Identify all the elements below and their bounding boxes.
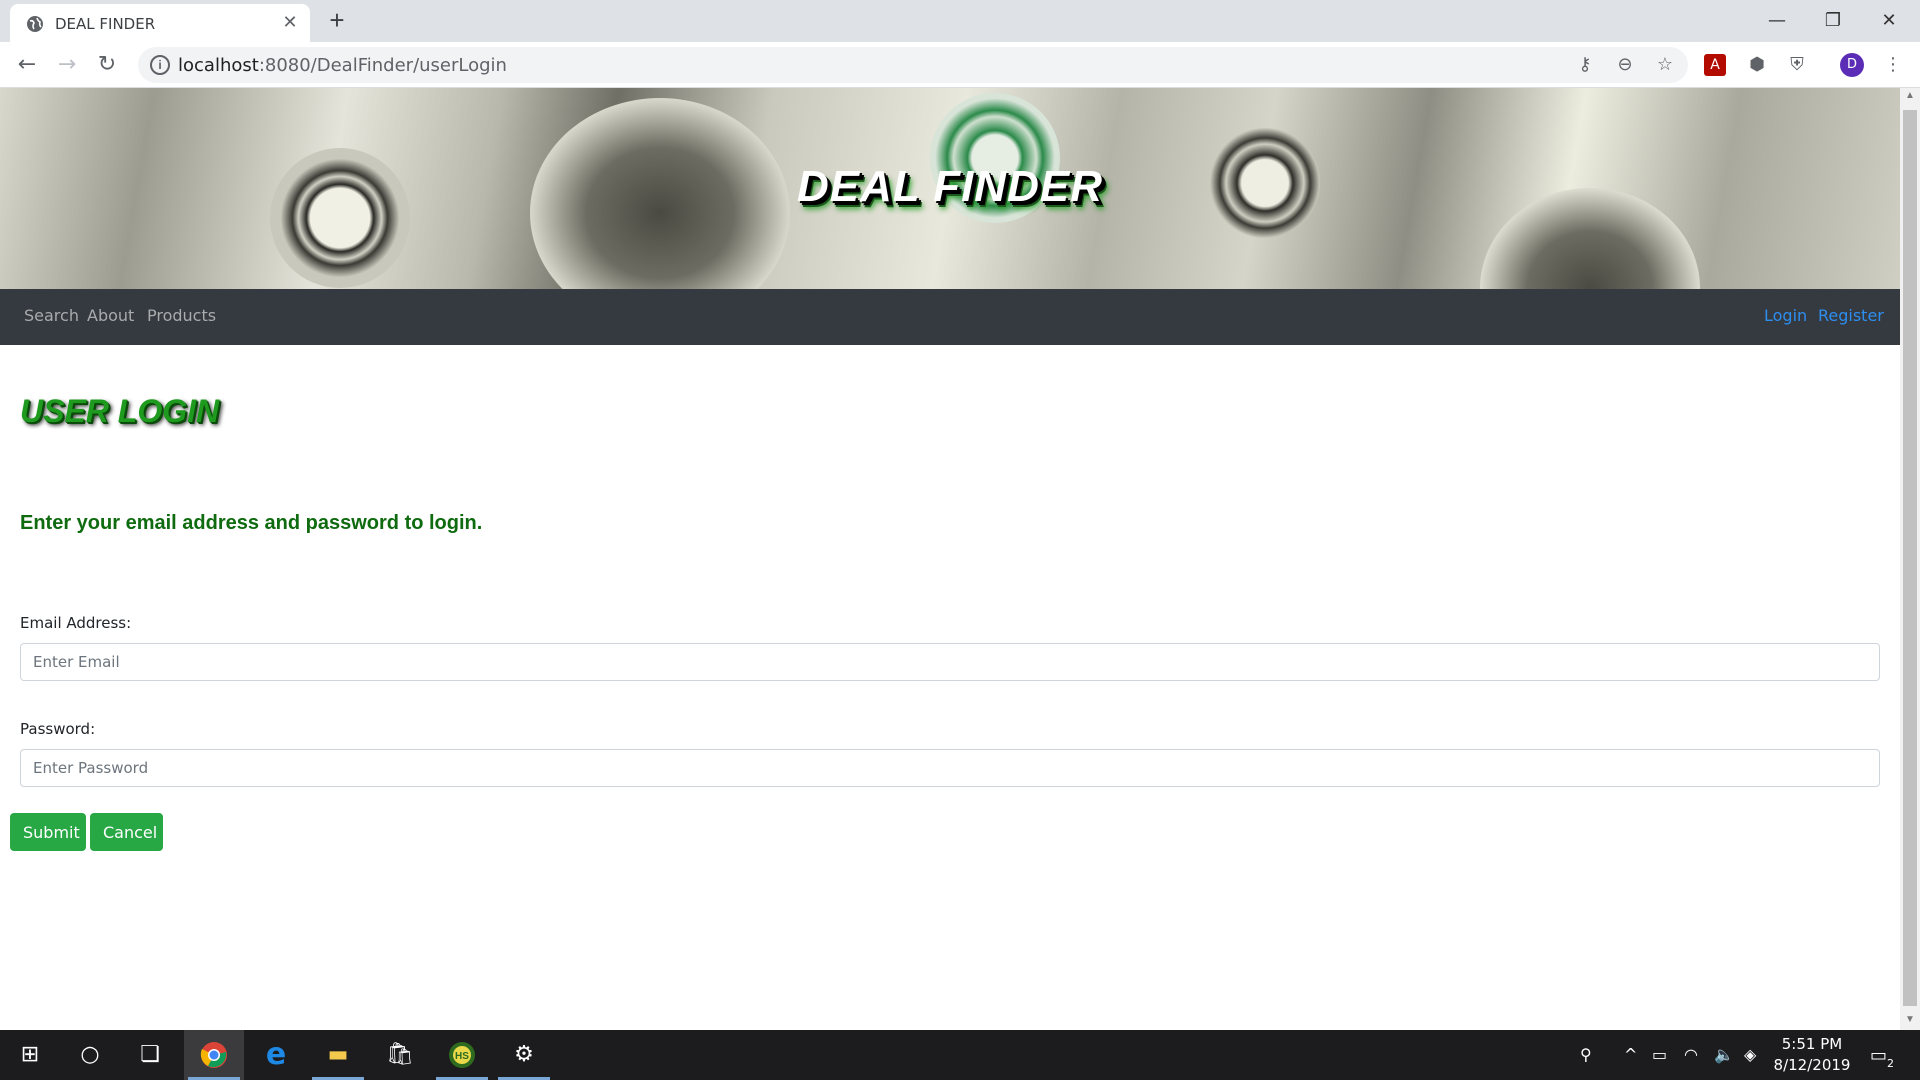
zoom-icon[interactable]: ⊖ (1612, 52, 1638, 78)
chrome-icon[interactable] (184, 1030, 244, 1080)
windows-start-icon[interactable]: ⊞ (0, 1030, 60, 1080)
url-text[interactable]: localhost:8080/DealFinder/userLogin (178, 55, 507, 76)
settings-gear-icon[interactable]: ⚙ (494, 1030, 554, 1080)
email-field[interactable] (20, 643, 1880, 681)
notification-count: 2 (1887, 1057, 1894, 1070)
people-icon[interactable]: ⚲ (1580, 1045, 1592, 1064)
nav-search-link[interactable]: Search (24, 306, 79, 325)
cortana-icon[interactable]: ○ (60, 1030, 120, 1080)
new-tab-button[interactable]: + (324, 7, 350, 34)
battery-icon[interactable]: ▭ (1652, 1045, 1667, 1064)
scroll-down-icon[interactable]: ▼ (1900, 1014, 1920, 1030)
task-view-icon[interactable]: ❏ (120, 1030, 180, 1080)
browser-tab-strip: DEAL FINDER ✕ + — ❐ ✕ (0, 0, 1920, 42)
shield-extension-icon[interactable]: ⛨ (1784, 52, 1810, 78)
address-bar[interactable]: i localhost:8080/DealFinder/userLogin ⚷ … (138, 47, 1688, 83)
edge-icon[interactable]: e (246, 1030, 306, 1080)
menu-icon[interactable]: ⋮ (1880, 52, 1906, 78)
clock-date: 8/12/2019 (1773, 1056, 1851, 1074)
banner-image: DEAL FINDER (0, 88, 1900, 289)
system-clock[interactable]: 5:51 PM 8/12/2019 (1762, 1034, 1862, 1076)
password-label: Password: (20, 720, 96, 738)
browser-toolbar: ← → ↻ i localhost:8080/DealFinder/userLo… (0, 42, 1920, 88)
nav-register-link[interactable]: Register (1818, 306, 1884, 325)
nav-about-link[interactable]: About (87, 306, 134, 325)
volume-icon[interactable]: 🔈 (1714, 1045, 1734, 1064)
forward-icon[interactable]: → (53, 51, 81, 79)
reload-icon[interactable]: ↻ (93, 51, 121, 79)
scroll-up-icon[interactable]: ▲ (1900, 90, 1920, 106)
dropbox-icon[interactable]: ◈ (1744, 1045, 1756, 1064)
nav-products-link[interactable]: Products (147, 306, 216, 325)
store-icon[interactable]: 🛍 (370, 1030, 430, 1080)
banner-title: DEAL FINDER (797, 162, 1103, 211)
scrollbar-thumb[interactable] (1903, 110, 1917, 1006)
url-path: :8080/DealFinder/userLogin (258, 55, 507, 76)
nav-login-link[interactable]: Login (1764, 306, 1807, 325)
cancel-button[interactable]: Cancel (90, 813, 163, 851)
star-icon[interactable]: ☆ (1652, 52, 1678, 78)
windows-taskbar: ⊞ ○ ❏ e ▬ 🛍 HS ⚙ ⚲ ^ ▭ ◠ 🔈 ◈ 5:51 PM 8/1… (0, 1030, 1920, 1080)
tab-title: DEAL FINDER (55, 15, 156, 33)
file-explorer-icon[interactable]: ▬ (308, 1030, 368, 1080)
chrome-logo-icon (200, 1042, 227, 1068)
pdf-extension-icon[interactable]: A (1704, 54, 1726, 76)
hs-app-icon[interactable]: HS (432, 1030, 492, 1080)
page-title: USER LOGIN (20, 393, 220, 429)
ublock-extension-icon[interactable]: ⬢ (1744, 52, 1770, 78)
browser-tab[interactable]: DEAL FINDER ✕ (10, 4, 310, 42)
wifi-icon[interactable]: ◠ (1684, 1045, 1698, 1064)
notifications-icon[interactable]: ▭ (1870, 1045, 1887, 1066)
submit-button[interactable]: Submit (10, 813, 86, 851)
site-navbar: Search About Products Login Register (0, 289, 1900, 345)
url-host: localhost (178, 55, 259, 76)
email-label: Email Address: (20, 614, 132, 632)
globe-icon (27, 16, 43, 32)
close-window-icon[interactable]: ✕ (1866, 6, 1912, 36)
page-scrollbar[interactable]: ▲ ▼ (1900, 88, 1920, 1030)
password-field[interactable] (20, 749, 1880, 787)
svg-text:HS: HS (455, 1051, 469, 1062)
back-icon[interactable]: ← (13, 51, 41, 79)
close-tab-icon[interactable]: ✕ (280, 12, 300, 32)
show-hidden-icons-chevron-icon[interactable]: ^ (1624, 1045, 1637, 1064)
clock-time: 5:51 PM (1781, 1035, 1843, 1053)
page-viewport: DEAL FINDER Search About Products Login … (0, 88, 1900, 1030)
info-icon[interactable]: i (150, 55, 170, 75)
profile-avatar[interactable]: D (1840, 53, 1864, 77)
hs-logo-icon: HS (449, 1042, 475, 1068)
login-instructions: Enter your email address and password to… (20, 512, 483, 534)
key-icon[interactable]: ⚷ (1572, 52, 1598, 78)
minimize-icon[interactable]: — (1754, 6, 1800, 36)
restore-icon[interactable]: ❐ (1810, 6, 1856, 36)
